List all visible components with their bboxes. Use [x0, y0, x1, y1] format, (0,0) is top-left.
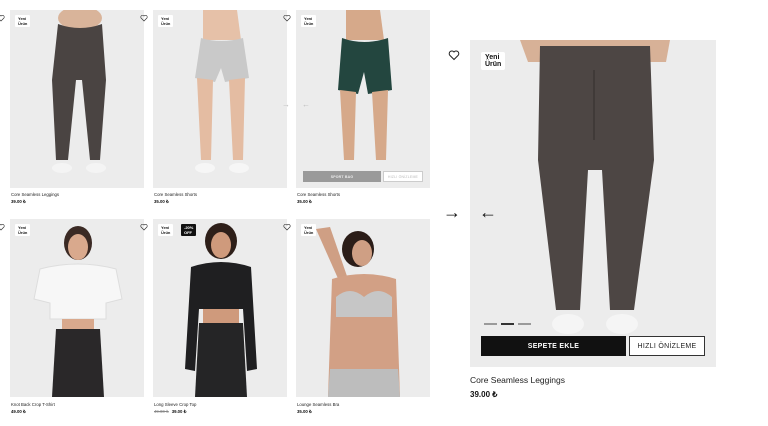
add-to-cart-button[interactable]: SEPETE EKLE	[481, 336, 626, 356]
heart-icon[interactable]	[0, 223, 5, 231]
product-name[interactable]: Lounge Seamless Bra	[297, 402, 339, 407]
product-price: 35.00 ₺	[297, 199, 312, 204]
carousel-dot[interactable]	[518, 323, 531, 325]
product-image[interactable]	[10, 10, 144, 188]
product-name[interactable]: Long Sleeve Crop Top	[154, 402, 196, 407]
carousel-dot-active[interactable]	[501, 323, 514, 325]
heart-icon[interactable]	[140, 223, 148, 231]
leggings-back-photo	[470, 40, 716, 367]
leggings-photo	[10, 10, 144, 188]
product-image[interactable]	[153, 10, 287, 188]
new-badge: Yeni Ürün	[15, 15, 31, 27]
carousel-dots	[484, 323, 531, 325]
new-badge: Yeni Ürün	[301, 15, 317, 27]
product-image[interactable]	[153, 219, 287, 397]
crop-top-photo	[153, 219, 287, 397]
carousel-dot[interactable]	[484, 323, 497, 325]
product-price: 39.00 ₺	[171, 409, 187, 414]
heart-icon[interactable]	[140, 14, 148, 22]
shorts-photo	[296, 10, 430, 188]
product-name[interactable]: Core Seamless Shorts	[154, 192, 197, 197]
quick-view-button[interactable]: HIZLI ÖNİZLEME	[629, 336, 705, 356]
shorts-photo	[153, 10, 287, 188]
product-price: 39.00 ₺	[11, 199, 26, 204]
featured-product-price: 39.00 ₺	[470, 390, 498, 399]
product-image[interactable]	[296, 219, 430, 397]
arrow-right-icon[interactable]: →	[282, 100, 290, 109]
product-image[interactable]	[10, 219, 144, 397]
arrow-left-icon[interactable]: ←	[479, 203, 497, 221]
heart-icon[interactable]	[283, 14, 291, 22]
heart-icon[interactable]	[0, 14, 5, 22]
product-name[interactable]: Core Seamless Leggings	[11, 192, 59, 197]
arrow-right-icon[interactable]: →	[443, 203, 461, 221]
new-badge: Yeni Ürün	[158, 15, 174, 27]
bra-photo	[296, 219, 430, 397]
product-image[interactable]	[296, 10, 430, 188]
heart-icon[interactable]	[448, 49, 460, 61]
new-badge: Yeni Ürün	[15, 224, 31, 236]
featured-product-image[interactable]	[470, 40, 716, 367]
arrow-left-icon[interactable]: ←	[302, 100, 310, 109]
old-price: 49.00 ₺	[154, 409, 169, 414]
product-price-group: 49.00 ₺ 39.00 ₺	[154, 409, 186, 415]
product-name[interactable]: Core Seamless Shorts	[297, 192, 340, 197]
product-name[interactable]: Knot Back Crop T-Shirt	[11, 402, 55, 407]
heart-icon[interactable]	[283, 223, 291, 231]
new-badge: Yeni Ürün	[301, 224, 317, 236]
quick-view-button[interactable]: HIZLI ÖNİZLEME	[383, 171, 423, 182]
new-badge: Yeni Ürün	[481, 52, 506, 70]
featured-product-name[interactable]: Core Seamless Leggings	[470, 375, 565, 385]
tshirt-photo	[10, 219, 144, 397]
discount-badge: -20% OFF	[181, 224, 197, 236]
product-price: 35.00 ₺	[154, 199, 169, 204]
product-price: 35.00 ₺	[297, 409, 312, 414]
new-badge: Yeni Ürün	[158, 224, 174, 236]
product-price: 49.00 ₺	[11, 409, 26, 414]
sold-out-button[interactable]: SPORT BAG	[303, 171, 381, 182]
